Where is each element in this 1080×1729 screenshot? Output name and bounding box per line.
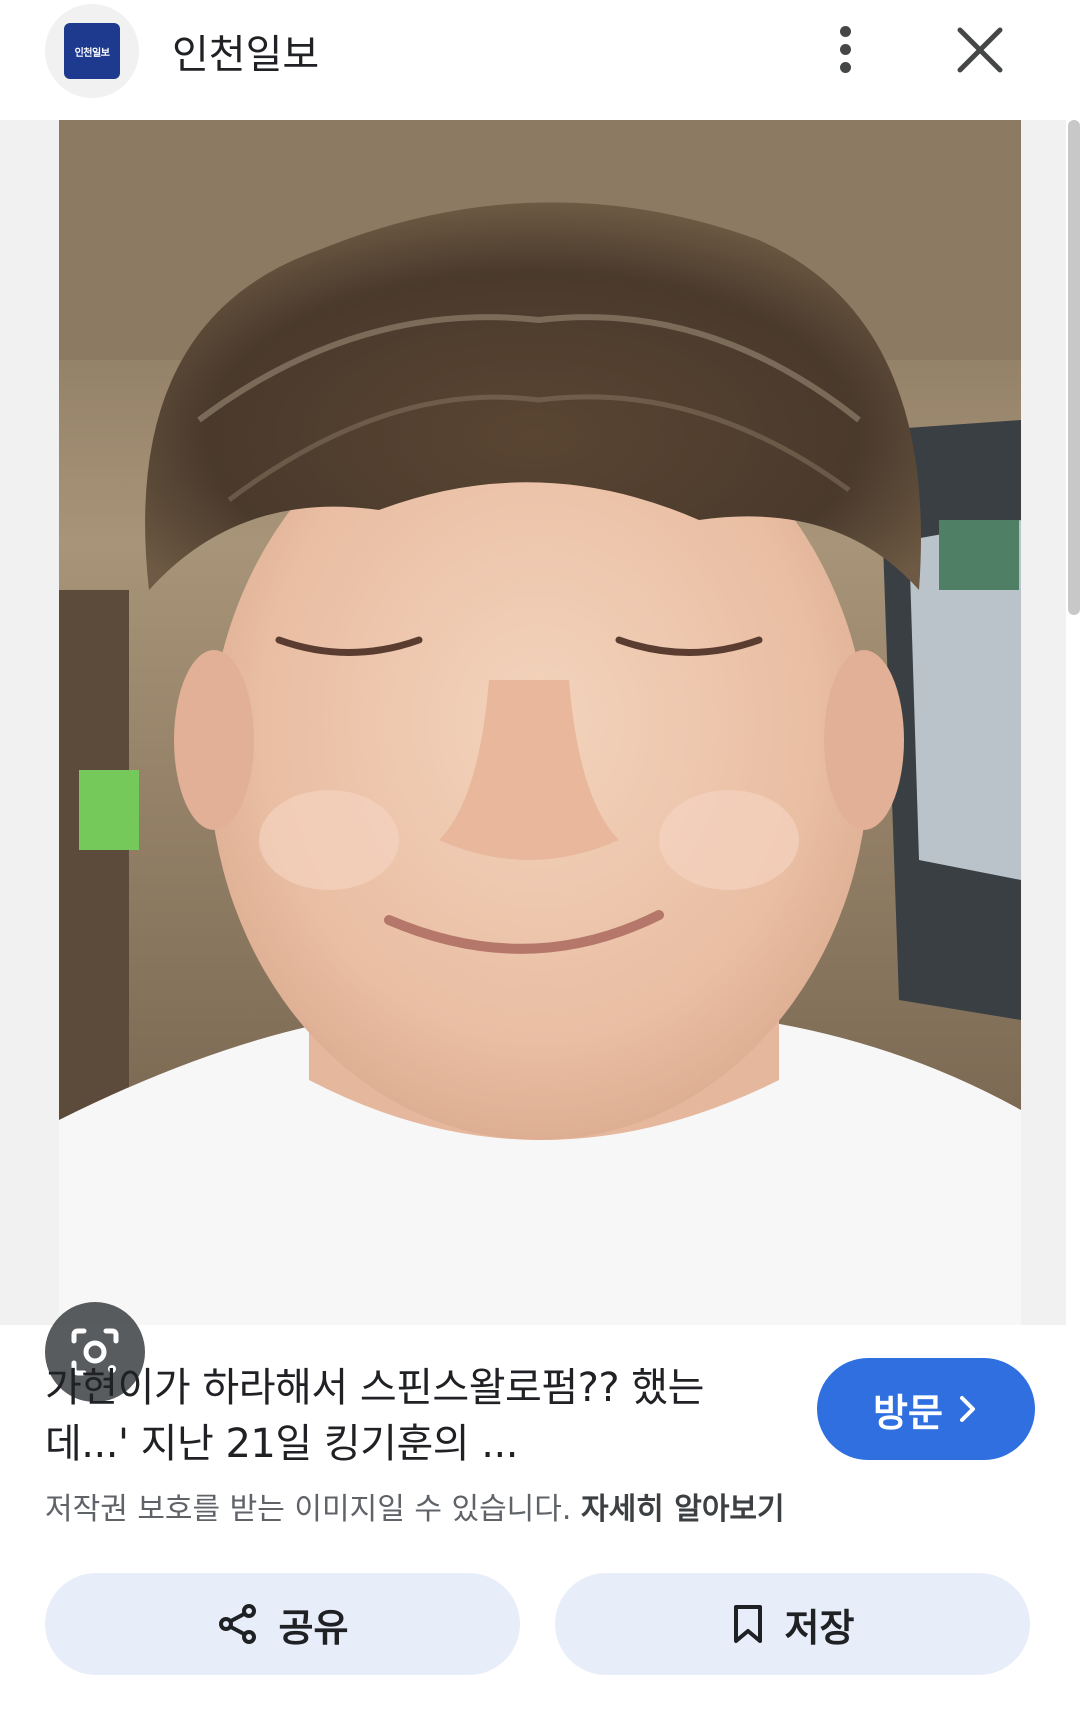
share-icon <box>218 1604 256 1644</box>
more-vert-icon-dot <box>839 43 851 55</box>
site-name[interactable]: 인천일보 <box>172 22 319 80</box>
photo-illustration <box>59 120 1021 1325</box>
image-title[interactable]: 가현이가 하라해서 스핀스왈로펌?? 했는데...' 지난 21일 킹기훈의 .… <box>45 1360 765 1472</box>
visit-button[interactable]: 방문 <box>817 1358 1035 1460</box>
more-vert-icon-dot <box>839 61 851 73</box>
close-button[interactable] <box>950 20 1010 80</box>
top-bar: 인천일보 인천일보 <box>0 0 1080 120</box>
copyright-notice: 저작권 보호를 받는 이미지일 수 있습니다. 자세히 알아보기 <box>45 1484 785 1528</box>
more-vert-icon <box>839 25 851 37</box>
image-preview-area <box>0 120 1066 1402</box>
share-button[interactable]: 공유 <box>45 1573 520 1675</box>
save-button[interactable]: 저장 <box>555 1573 1030 1675</box>
visit-button-label: 방문 <box>873 1390 943 1435</box>
close-icon <box>957 27 1003 73</box>
bookmark-icon <box>733 1605 762 1643</box>
scrollbar[interactable] <box>1068 120 1080 615</box>
site-logo[interactable]: 인천일보 <box>45 4 139 98</box>
preview-photo[interactable] <box>59 120 1021 1325</box>
chevron-right-icon <box>959 1396 975 1422</box>
save-label: 저장 <box>784 1605 855 1650</box>
share-label: 공유 <box>278 1605 349 1650</box>
site-logo-badge: 인천일보 <box>64 23 120 79</box>
learn-more-link[interactable]: 자세히 알아보기 <box>581 1492 785 1527</box>
site-logo-text: 인천일보 <box>74 47 110 59</box>
more-options-button[interactable] <box>820 14 870 84</box>
copyright-text: 저작권 보호를 받는 이미지일 수 있습니다. <box>45 1492 572 1527</box>
